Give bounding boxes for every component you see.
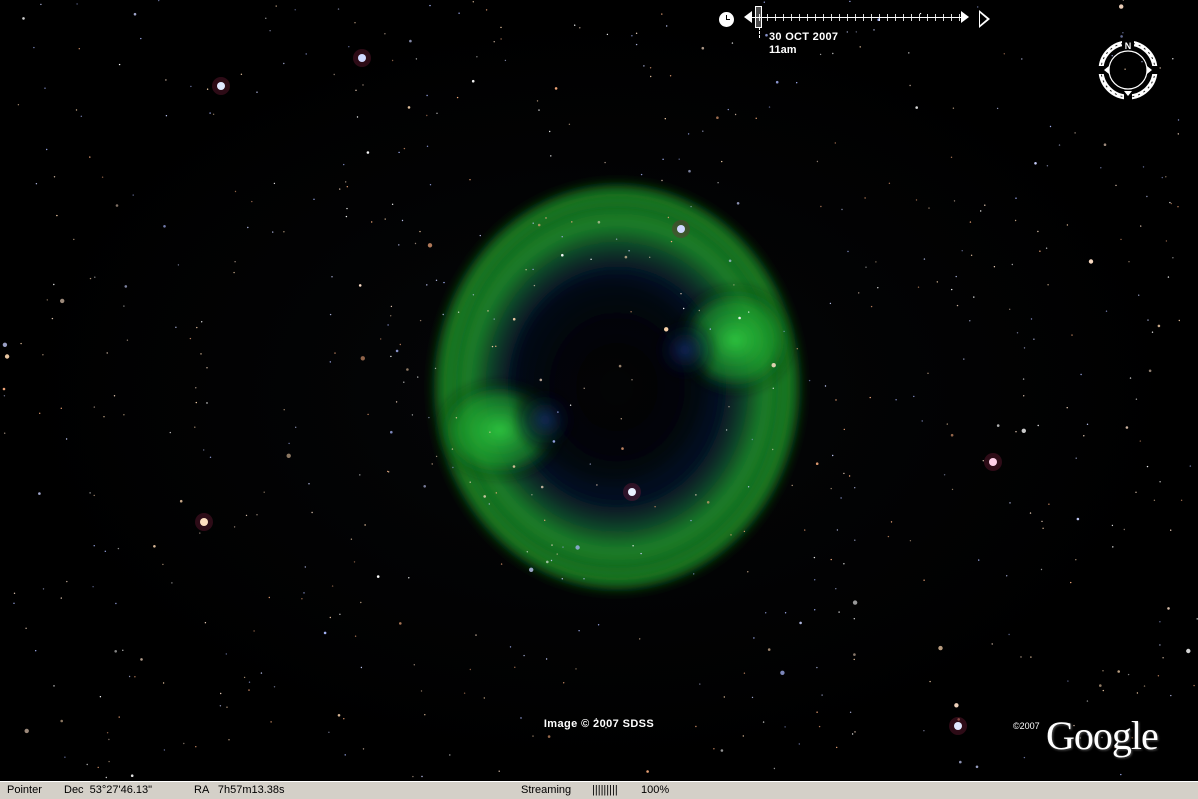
pointer-label: Pointer [7, 784, 42, 796]
star-field [2, 0, 1198, 779]
slider-track[interactable] [751, 17, 965, 18]
slider-date: 30 OCT 2007 [769, 31, 839, 43]
slider-handle[interactable] [755, 6, 762, 28]
compass-north-label: N [1125, 41, 1132, 51]
right-ascension-readout: RA 7h57m13.38s [194, 784, 285, 796]
slider-right-arrow-icon[interactable] [961, 11, 969, 23]
google-logo: Google [1046, 713, 1159, 758]
time-slider[interactable]: 30 OCT 2007 11am [715, 6, 995, 60]
streaming-label: Streaming [521, 784, 572, 796]
streaming-progress-bars: ||||||||| [592, 784, 618, 796]
clock-icon[interactable] [719, 12, 734, 27]
compass-ring-icon[interactable]: N [1096, 38, 1160, 102]
sky-viewport[interactable]: 30 OCT 2007 11am N Image © 2007 SDSS ©20… [0, 0, 1198, 781]
slider-time: 11am [769, 44, 797, 56]
streaming-percent: 100% [641, 784, 670, 796]
declination-readout: Dec 53°27'46.13" [64, 784, 153, 796]
status-bar: Pointer Dec 53°27'46.13" RA 7h57m13.38s … [0, 781, 1198, 799]
play-icon[interactable] [979, 10, 990, 28]
logo-copyright: ©2007 [1013, 721, 1040, 731]
slider-guide [759, 27, 761, 38]
